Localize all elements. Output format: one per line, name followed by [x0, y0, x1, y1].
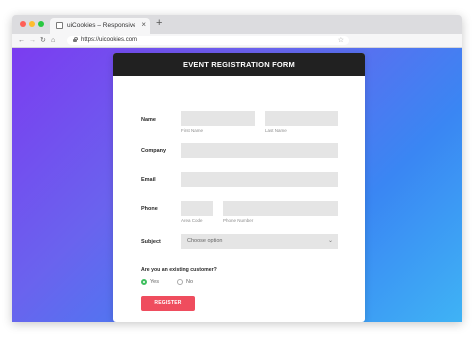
minimize-window-button[interactable] — [29, 21, 35, 27]
radio-yes-label[interactable]: Yes — [150, 278, 159, 286]
radio-no[interactable] — [177, 279, 183, 285]
subject-label: Subject — [141, 239, 161, 245]
chevron-down-icon: ⌄ — [327, 238, 333, 244]
last-name-input[interactable] — [265, 111, 338, 126]
close-window-button[interactable] — [20, 21, 26, 27]
plus-icon[interactable]: + — [156, 17, 162, 30]
name-label: Name — [141, 117, 156, 123]
first-name-hint: First Name — [181, 128, 204, 133]
last-name-hint: Last Name — [265, 128, 287, 133]
register-button[interactable]: REGISTER — [141, 296, 195, 311]
company-label: Company — [141, 148, 167, 154]
company-input[interactable] — [181, 143, 338, 158]
subject-selected-value: Choose option — [187, 238, 223, 244]
email-label: Email — [141, 177, 156, 183]
phone-number-hint: Phone Number — [223, 218, 254, 223]
back-arrow-icon[interactable]: ← — [18, 34, 25, 47]
favicon-icon — [56, 22, 63, 29]
star-icon[interactable]: ☆ — [338, 36, 344, 45]
tab-title: uiCookies – Responsive HTML — [67, 22, 135, 29]
phone-label: Phone — [141, 206, 158, 212]
subject-select[interactable]: Choose option ⌄ — [181, 234, 338, 249]
area-code-input[interactable] — [181, 201, 213, 216]
address-bar[interactable]: https://uicookies.com ☆ — [67, 36, 349, 45]
radio-no-label[interactable]: No — [186, 278, 193, 286]
first-name-input[interactable] — [181, 111, 255, 126]
area-code-hint: Area Code — [181, 218, 203, 223]
forward-arrow-icon[interactable]: → — [29, 34, 36, 47]
phone-number-input[interactable] — [223, 201, 338, 216]
title-bar: uiCookies – Responsive HTML × + — [12, 15, 462, 34]
customer-question: Are you an existing customer? — [141, 267, 217, 273]
browser-window: uiCookies – Responsive HTML × + ← → ↻ ⌂ … — [12, 15, 462, 322]
close-icon[interactable]: × — [141, 20, 146, 30]
url-text: https://uicookies.com — [81, 37, 138, 43]
page-background: EVENT REGISTRATION FORM Name First Name … — [12, 48, 462, 322]
browser-toolbar: ← → ↻ ⌂ https://uicookies.com ☆ — [12, 34, 462, 48]
home-icon[interactable]: ⌂ — [51, 34, 55, 47]
reload-icon[interactable]: ↻ — [40, 34, 46, 47]
lock-icon — [73, 37, 78, 42]
registration-form: EVENT REGISTRATION FORM Name First Name … — [113, 53, 365, 322]
form-title: EVENT REGISTRATION FORM — [113, 53, 365, 76]
maximize-window-button[interactable] — [38, 21, 44, 27]
radio-yes[interactable] — [141, 279, 147, 285]
email-input[interactable] — [181, 172, 338, 187]
browser-tab[interactable]: uiCookies – Responsive HTML × — [50, 18, 150, 34]
